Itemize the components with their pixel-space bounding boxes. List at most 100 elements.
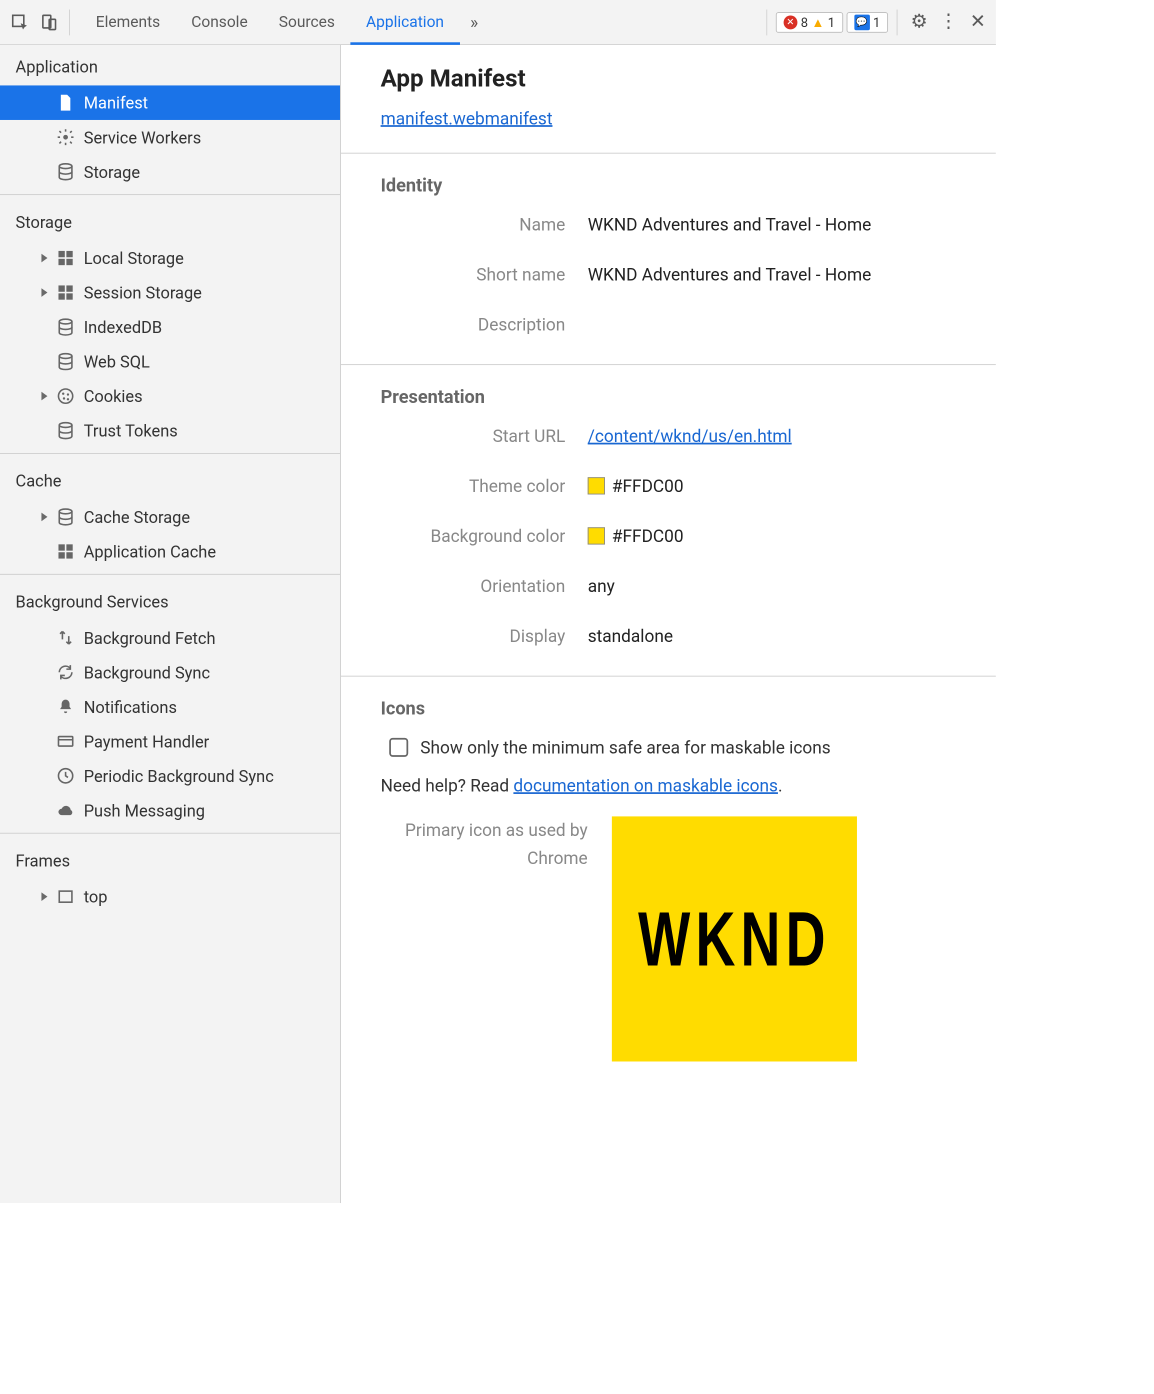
sidebar-item-label: Periodic Background Sync <box>84 766 274 786</box>
sidebar-item-cookies[interactable]: Cookies <box>0 379 340 414</box>
sidebar-item-notifications[interactable]: Notifications <box>0 690 340 725</box>
kebab-menu-icon[interactable]: ⋮ <box>935 11 961 33</box>
close-devtools-icon[interactable]: ✕ <box>965 11 991 33</box>
tab-application[interactable]: Application <box>350 0 459 44</box>
db-icon <box>56 421 75 440</box>
shortname-label: Short name <box>381 264 588 285</box>
sidebar-item-push-messaging[interactable]: Push Messaging <box>0 793 340 828</box>
shortname-value: WKND Adventures and Travel - Home <box>588 264 872 285</box>
sidebar-item-local-storage[interactable]: Local Storage <box>0 241 340 276</box>
help-prefix: Need help? Read <box>381 775 514 796</box>
sidebar-item-label: IndexedDB <box>84 317 162 337</box>
sidebar-item-manifest[interactable]: Manifest <box>0 85 340 120</box>
starturl-label: Start URL <box>381 425 588 446</box>
separator <box>0 194 340 195</box>
sidebar-item-label: Background Sync <box>84 662 210 682</box>
themecolor-label: Theme color <box>381 476 588 497</box>
warning-icon: ▲ <box>811 14 824 30</box>
name-label: Name <box>381 214 588 235</box>
tab-elements[interactable]: Elements <box>80 0 175 44</box>
bell-icon <box>56 697 75 716</box>
sidebar-item-indexeddb[interactable]: IndexedDB <box>0 310 340 345</box>
sidebar-item-label: Application Cache <box>84 542 216 562</box>
sidebar-item-payment-handler[interactable]: Payment Handler <box>0 724 340 759</box>
cloud-icon <box>56 801 75 820</box>
sidebar-item-background-sync[interactable]: Background Sync <box>0 655 340 690</box>
warning-count: 1 <box>828 14 835 30</box>
sidebar-item-label: Background Fetch <box>84 628 216 648</box>
sidebar-item-application-cache[interactable]: Application Cache <box>0 534 340 569</box>
db-icon <box>56 352 75 371</box>
db-icon <box>56 162 75 181</box>
section-icons: Icons <box>381 699 996 720</box>
themecolor-value: #FFDC00 <box>612 476 684 497</box>
card-icon <box>56 732 75 751</box>
expand-triangle-icon <box>41 254 47 263</box>
sidebar-item-label: Storage <box>84 162 140 182</box>
sidebar-item-background-fetch[interactable]: Background Fetch <box>0 620 340 655</box>
file-icon <box>56 93 75 112</box>
tab-console[interactable]: Console <box>176 0 264 44</box>
bgcolor-value: #FFDC00 <box>612 526 684 547</box>
sidebar-item-session-storage[interactable]: Session Storage <box>0 275 340 310</box>
grid-icon <box>56 249 75 268</box>
main-body: Application Manifest Service Workers Storag… <box>0 45 996 1203</box>
sidebar-group-application: Application <box>0 45 340 86</box>
separator <box>69 9 70 35</box>
maskable-checkbox[interactable] <box>389 738 408 757</box>
display-label: Display <box>381 626 588 647</box>
application-sidebar: Application Manifest Service Workers Storag… <box>0 45 341 1203</box>
sidebar-item-label: Push Messaging <box>84 800 205 820</box>
bgcolor-label: Background color <box>381 526 588 547</box>
updown-icon <box>56 628 75 647</box>
sidebar-group-background-services: Background Services <box>0 580 340 621</box>
tab-sources[interactable]: Sources <box>263 0 350 44</box>
sync-icon <box>56 663 75 682</box>
separator <box>897 9 898 35</box>
starturl-link[interactable]: /content/wknd/us/en.html <box>588 425 792 446</box>
bgcolor-swatch <box>588 527 605 544</box>
sidebar-item-label: Web SQL <box>84 352 150 372</box>
sidebar-item-label: Cache Storage <box>84 507 190 527</box>
sidebar-item-label: Payment Handler <box>84 731 210 751</box>
db-icon <box>56 318 75 337</box>
panel-heading: App Manifest <box>381 64 996 92</box>
sidebar-item-label: Service Workers <box>84 127 201 147</box>
error-warning-badge[interactable]: ✕ 8 ▲ 1 <box>776 12 843 33</box>
app-icon-text: WKND <box>638 894 831 983</box>
sidebar-item-top[interactable]: top <box>0 879 340 914</box>
manifest-panel: App Manifest manifest.webmanifest Identi… <box>341 45 996 1203</box>
sidebar-item-label: Manifest <box>84 93 148 113</box>
sidebar-item-service-workers[interactable]: Service Workers <box>0 120 340 155</box>
sidebar-item-storage[interactable]: Storage <box>0 154 340 189</box>
manifest-file-link[interactable]: manifest.webmanifest <box>381 108 553 129</box>
separator <box>766 9 767 35</box>
expand-triangle-icon <box>41 288 47 297</box>
description-label: Description <box>381 314 588 335</box>
sidebar-item-periodic-background-sync[interactable]: Periodic Background Sync <box>0 759 340 794</box>
section-identity: Identity <box>381 176 996 197</box>
message-icon: 💬 <box>854 14 870 30</box>
gear-icon <box>56 128 75 147</box>
messages-badge[interactable]: 💬 1 <box>846 12 888 33</box>
sidebar-item-cache-storage[interactable]: Cache Storage <box>0 500 340 535</box>
device-toggle-icon[interactable] <box>35 7 64 36</box>
maskable-docs-link[interactable]: documentation on maskable icons <box>513 775 778 796</box>
sidebar-item-web-sql[interactable]: Web SQL <box>0 344 340 379</box>
settings-gear-icon[interactable]: ⚙ <box>906 11 932 33</box>
sidebar-group-cache: Cache <box>0 459 340 500</box>
help-text: Need help? Read documentation on maskabl… <box>381 775 996 796</box>
sidebar-item-trust-tokens[interactable]: Trust Tokens <box>0 413 340 448</box>
grid-icon <box>56 542 75 561</box>
devtools-tabs: Elements Console Sources Application <box>80 0 459 44</box>
sidebar-item-label: Trust Tokens <box>84 421 178 441</box>
sidebar-item-label: Notifications <box>84 697 177 717</box>
help-suffix: . <box>778 775 783 796</box>
error-count: 8 <box>801 14 808 30</box>
expand-triangle-icon <box>41 392 47 401</box>
db-icon <box>56 507 75 526</box>
name-value: WKND Adventures and Travel - Home <box>588 214 872 235</box>
inspect-element-icon[interactable] <box>5 7 34 36</box>
more-tabs-icon[interactable]: » <box>460 12 489 33</box>
primary-icon-label: Primary icon as used by Chrome <box>381 816 588 1061</box>
